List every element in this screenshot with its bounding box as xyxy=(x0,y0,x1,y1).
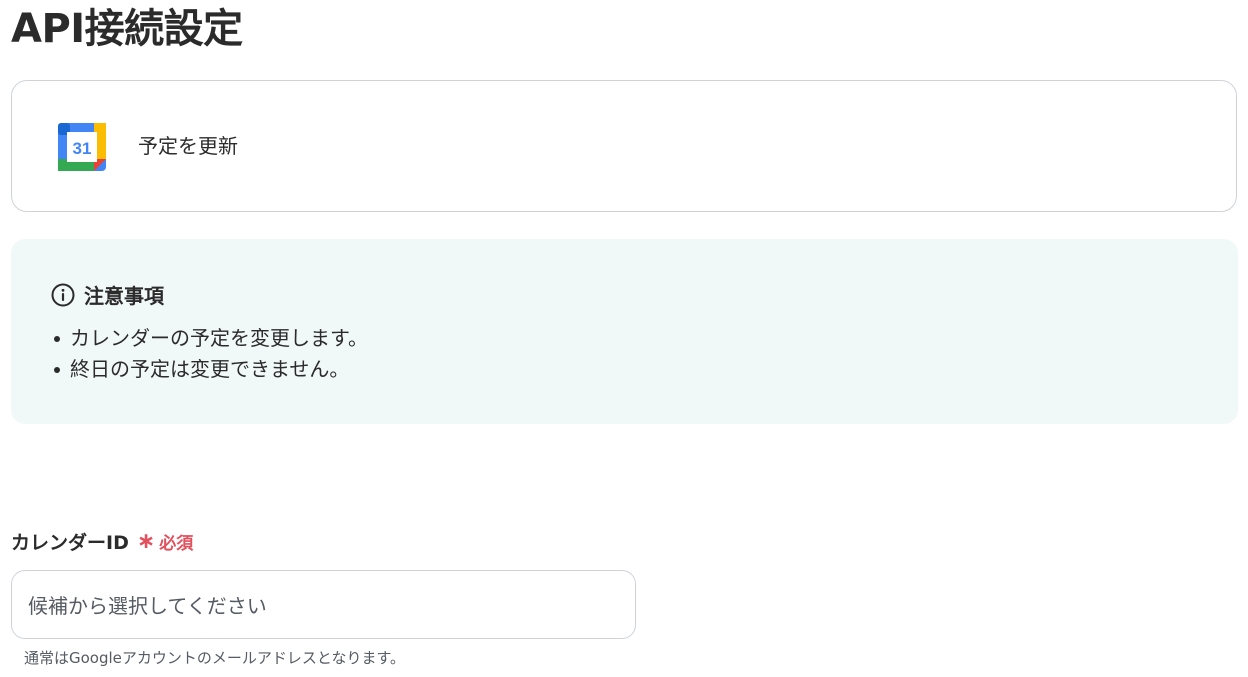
notice-header: 注意事項 xyxy=(50,280,164,309)
calendar-id-label: カレンダーID xyxy=(11,532,129,554)
calendar-id-helper-text: 通常はGoogleアカウントのメールアドレスとなります。 xyxy=(24,649,405,667)
notice-item: 終日の予定は変更できません。 xyxy=(52,354,368,385)
page-title: API接続設定 xyxy=(11,6,243,52)
notice-title: 注意事項 xyxy=(84,284,164,308)
google-calendar-icon: 31 xyxy=(58,123,106,171)
calendar-id-placeholder: 候補から選択してください xyxy=(28,594,267,618)
required-label: 必須 xyxy=(159,534,194,554)
notice-list: カレンダーの予定を変更します。 終日の予定は変更できません。 xyxy=(52,323,368,385)
calendar-icon-day: 31 xyxy=(73,139,92,158)
notice-item: カレンダーの予定を変更します。 xyxy=(52,323,368,354)
required-badge: ∗ 必須 xyxy=(137,529,193,554)
notice-box: 注意事項 カレンダーの予定を変更します。 終日の予定は変更できません。 xyxy=(11,239,1238,424)
asterisk-icon: ∗ xyxy=(136,528,156,554)
info-icon xyxy=(51,283,75,306)
calendar-id-label-row: カレンダーID ∗ 必須 xyxy=(11,528,193,555)
action-label: 予定を更新 xyxy=(138,134,238,158)
calendar-id-select[interactable]: 候補から選択してください xyxy=(11,570,636,639)
action-card[interactable]: 31 予定を更新 xyxy=(11,80,1237,212)
